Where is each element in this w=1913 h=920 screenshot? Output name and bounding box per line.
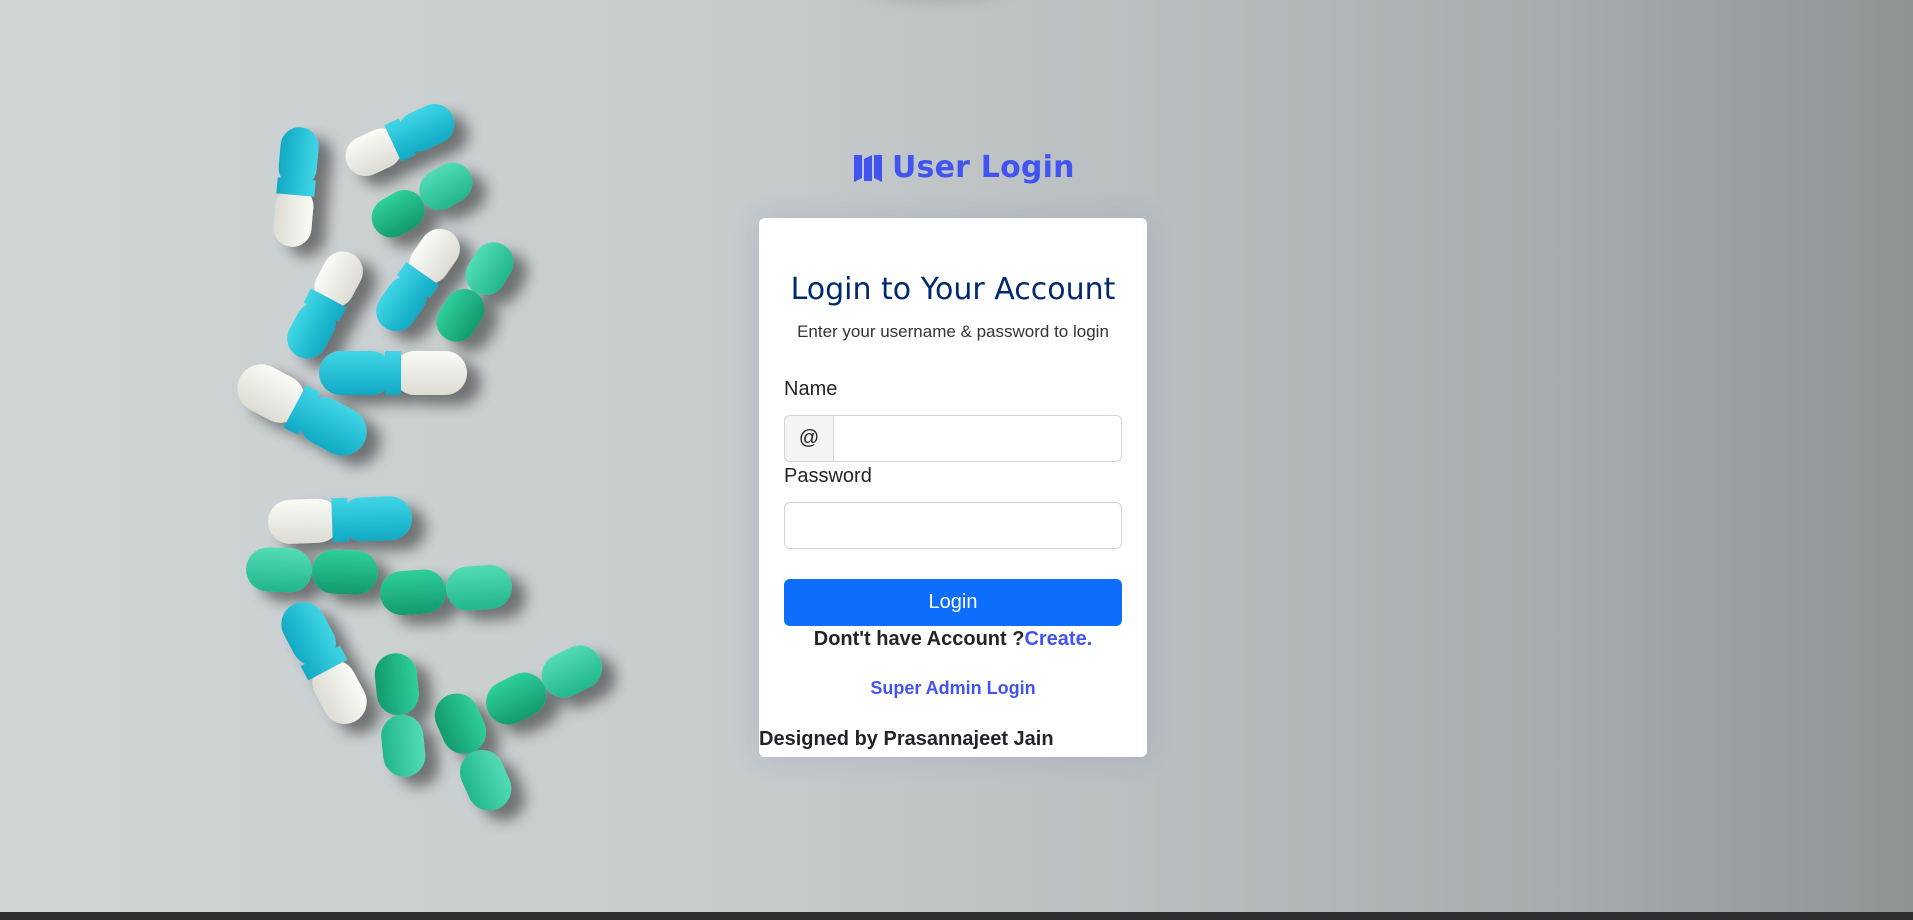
designer-credit: Designed by Prasannajeet Jain — [759, 728, 1054, 750]
name-label: Name — [784, 378, 838, 400]
card-title: Login to Your Account — [790, 272, 1116, 307]
bottom-bar — [0, 912, 1913, 920]
brand-title: User Login — [892, 150, 1075, 185]
card-subtitle: Enter your username & password to login — [797, 322, 1109, 341]
login-button[interactable]: Login — [784, 579, 1122, 626]
signup-prompt: Dont't have Account ?Create. — [759, 628, 1147, 651]
brand-logo[interactable]: User Login — [852, 150, 1075, 185]
password-label: Password — [784, 465, 872, 487]
logo-icon — [854, 154, 882, 182]
password-input[interactable] — [784, 502, 1122, 549]
name-input-group: @ — [784, 415, 1122, 462]
create-account-link[interactable]: Create. — [1024, 628, 1092, 650]
at-prefix: @ — [784, 415, 833, 462]
name-input[interactable] — [833, 415, 1122, 462]
login-card: Login to Your Account Enter your usernam… — [759, 218, 1147, 757]
super-admin-login-link[interactable]: Super Admin Login — [759, 678, 1147, 699]
signup-text: Dont't have Account ? — [813, 628, 1025, 650]
